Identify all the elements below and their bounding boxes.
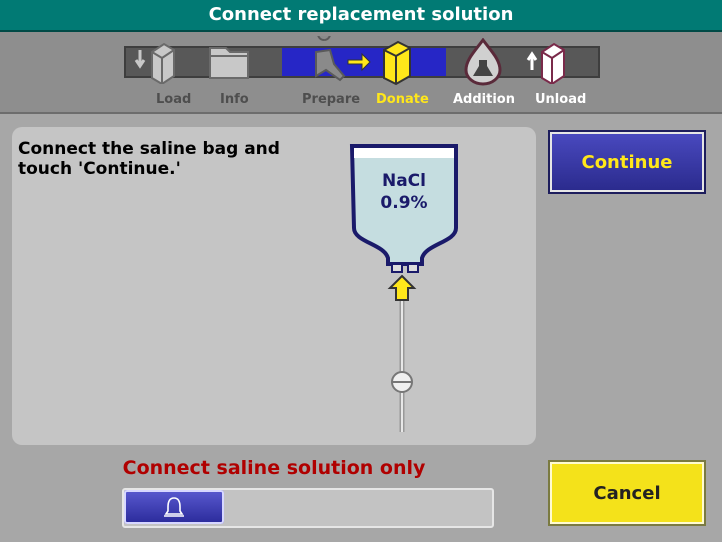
donate-bag-icon [383, 40, 411, 86]
unload-icon [526, 42, 565, 84]
connect-arrow-up-icon [387, 274, 417, 301]
info-folder-icon [209, 47, 249, 79]
saline-bag-illustration: NaCl 0.9% [349, 144, 458, 432]
window-title: Connect replacement solution [0, 0, 722, 32]
instruction-text: Connect the saline bag and touch 'Contin… [18, 139, 280, 179]
bag-label-nacl: NaCl [382, 171, 426, 191]
step-unload: Unload [535, 92, 587, 107]
step-donate: Donate [376, 92, 429, 107]
donor-icon [315, 36, 346, 82]
step-load: Load [156, 92, 192, 107]
arrow-right-icon [347, 52, 371, 72]
continue-button[interactable]: Continue [548, 130, 706, 194]
bell-icon [164, 497, 184, 517]
alarm-silence-button[interactable] [124, 490, 224, 524]
step-prepare: Prepare [302, 92, 361, 107]
cancel-button[interactable]: Cancel [548, 460, 706, 526]
load-icon [134, 42, 175, 84]
step-info: Info [220, 92, 249, 107]
step-addition: Addition [453, 92, 515, 107]
addition-flask-icon [464, 38, 502, 86]
warning-message: Connect saline solution only [122, 457, 426, 479]
procedure-step-bar: Load Info Prepare Donate Addition Unload [0, 32, 722, 114]
bag-label-concentration: 0.9% [380, 193, 427, 213]
